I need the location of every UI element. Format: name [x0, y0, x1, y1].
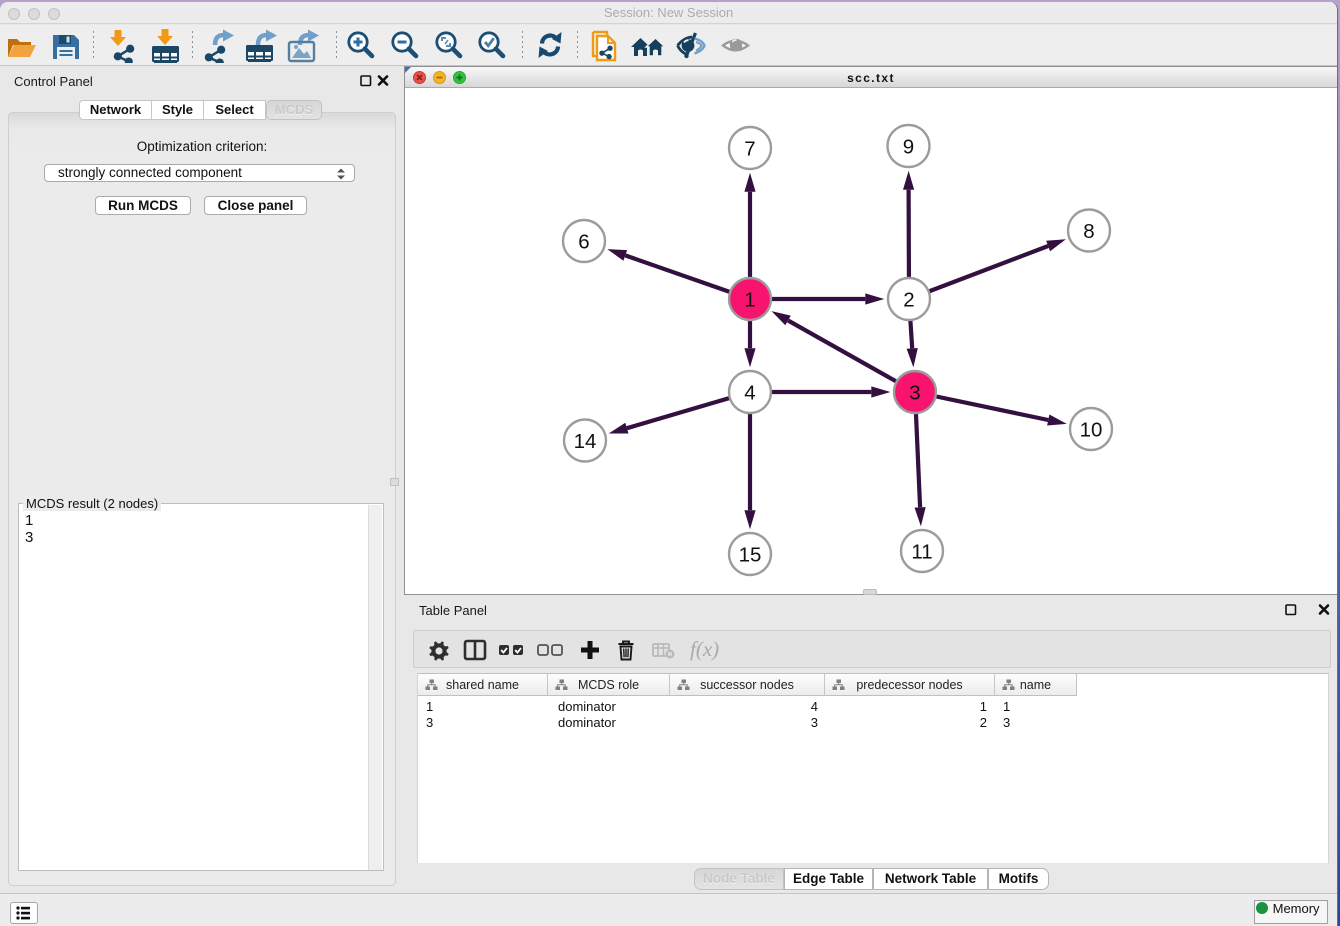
svg-text:14: 14: [574, 430, 597, 453]
svg-text:15: 15: [739, 543, 762, 566]
svg-text:3: 3: [909, 381, 920, 404]
svg-text:2: 2: [903, 288, 914, 311]
svg-text:10: 10: [1080, 418, 1103, 441]
svg-text:4: 4: [744, 381, 755, 404]
svg-text:11: 11: [911, 540, 932, 563]
svg-text:8: 8: [1083, 220, 1094, 243]
svg-text:1: 1: [744, 288, 755, 311]
svg-text:6: 6: [578, 230, 589, 253]
svg-text:7: 7: [744, 137, 755, 160]
svg-text:9: 9: [903, 135, 914, 158]
